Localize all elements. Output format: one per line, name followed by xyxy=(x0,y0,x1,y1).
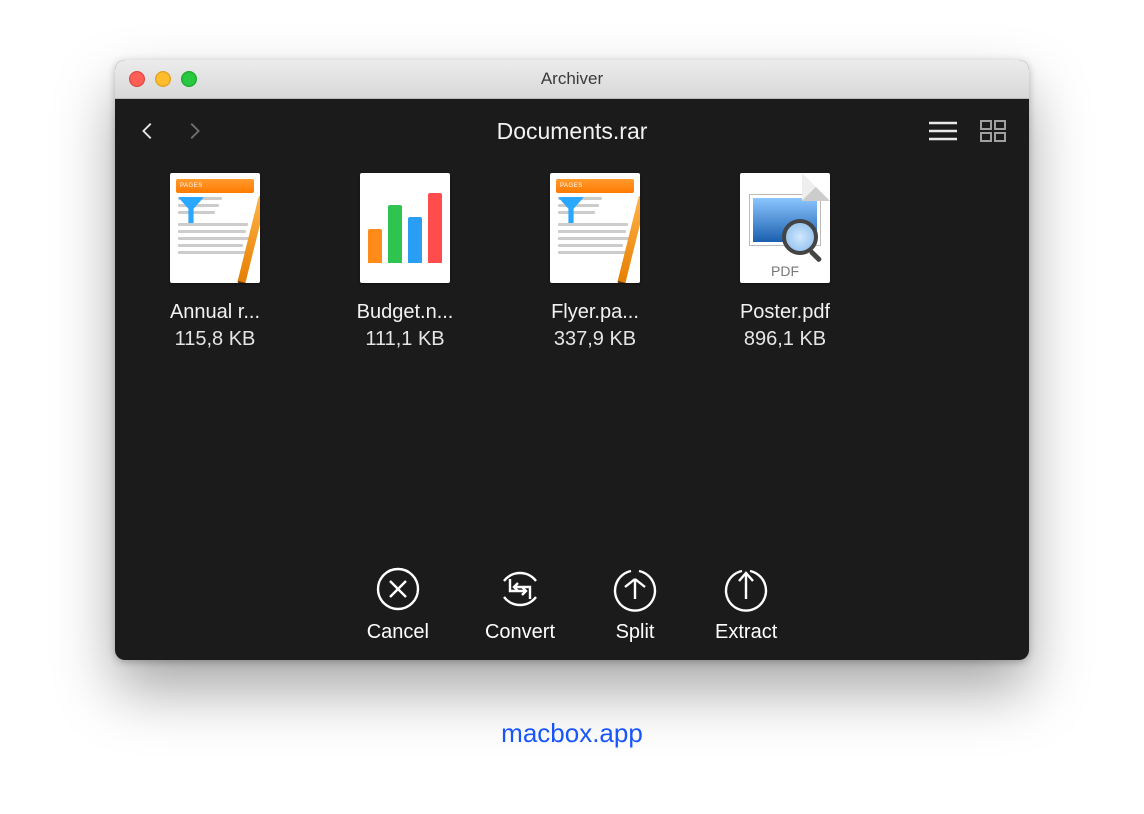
extract-icon xyxy=(722,565,770,613)
forward-button[interactable] xyxy=(183,120,205,142)
file-size: 337,9 KB xyxy=(554,328,636,351)
file-item-budget[interactable]: Budget.n... 111,1 KB xyxy=(325,173,485,351)
action-bar: Cancel Convert Split xyxy=(115,565,1029,644)
split-label: Split xyxy=(616,621,655,644)
convert-icon xyxy=(496,565,544,613)
zoom-window-button[interactable] xyxy=(181,71,197,87)
files-grid: Annual r... 115,8 KB Budget.n... 111,1 K… xyxy=(115,163,1029,361)
watermark-text: macbox.app xyxy=(0,718,1144,749)
split-icon xyxy=(611,565,659,613)
window-title: Archiver xyxy=(115,69,1029,89)
extract-label: Extract xyxy=(715,621,777,644)
file-name: Budget.n... xyxy=(357,301,454,324)
close-window-button[interactable] xyxy=(129,71,145,87)
back-button[interactable] xyxy=(137,120,159,142)
convert-button[interactable]: Convert xyxy=(485,565,555,644)
file-name: Annual r... xyxy=(170,301,260,324)
file-item-flyer[interactable]: Flyer.pa... 337,9 KB xyxy=(515,173,675,351)
numbers-icon xyxy=(360,173,450,283)
pdf-label: PDF xyxy=(740,263,830,279)
file-size: 115,8 KB xyxy=(175,328,256,351)
file-name: Poster.pdf xyxy=(740,301,830,324)
extract-button[interactable]: Extract xyxy=(715,565,777,644)
file-size: 896,1 KB xyxy=(744,328,826,351)
split-button[interactable]: Split xyxy=(611,565,659,644)
file-item-annual[interactable]: Annual r... 115,8 KB xyxy=(135,173,295,351)
cancel-icon xyxy=(374,565,422,613)
toolbar: Documents.rar xyxy=(115,99,1029,163)
cancel-label: Cancel xyxy=(367,621,429,644)
traffic-lights xyxy=(129,71,197,87)
pages-icon xyxy=(550,173,640,283)
file-name: Flyer.pa... xyxy=(551,301,639,324)
list-view-button[interactable] xyxy=(927,119,959,143)
nav-arrows xyxy=(137,120,205,142)
app-window: Archiver Documents.rar xyxy=(115,60,1029,660)
titlebar: Archiver xyxy=(115,60,1029,99)
pages-icon xyxy=(170,173,260,283)
archive-name: Documents.rar xyxy=(115,118,1029,145)
view-toggle xyxy=(927,119,1007,143)
convert-label: Convert xyxy=(485,621,555,644)
grid-view-button[interactable] xyxy=(979,119,1007,143)
file-item-poster[interactable]: PDF Poster.pdf 896,1 KB xyxy=(705,173,865,351)
cancel-button[interactable]: Cancel xyxy=(367,565,429,644)
file-size: 111,1 KB xyxy=(365,328,444,351)
pdf-icon: PDF xyxy=(740,173,830,283)
minimize-window-button[interactable] xyxy=(155,71,171,87)
